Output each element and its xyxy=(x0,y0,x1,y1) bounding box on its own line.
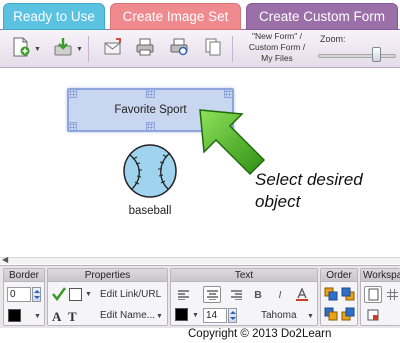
align-right-icon xyxy=(230,289,242,300)
selected-text-box-label: Favorite Sport xyxy=(114,104,187,116)
tab-ready-to-use[interactable]: Ready to Use xyxy=(3,3,105,30)
tab-bar: Ready to Use Create Image Set Create Cus… xyxy=(0,0,400,30)
text-style-a-icon[interactable]: A xyxy=(52,309,61,325)
checkmark-icon[interactable] xyxy=(52,287,66,301)
edit-name-button[interactable]: Edit Name... xyxy=(100,310,155,321)
edit-name-dropdown-icon[interactable]: ▼ xyxy=(156,313,163,320)
zoom-slider-track[interactable] xyxy=(318,54,396,58)
printer-icon xyxy=(136,38,154,56)
canvas-horizontal-scrollbar[interactable]: ◀ xyxy=(0,255,400,264)
new-form-button[interactable] xyxy=(10,36,32,58)
file-path-line-2: Custom Form / xyxy=(248,42,306,52)
border-color-swatch[interactable] xyxy=(8,309,21,322)
border-width-spinner[interactable] xyxy=(32,287,41,302)
new-document-icon xyxy=(13,37,30,57)
save-button[interactable] xyxy=(52,36,74,58)
send-to-back-icon[interactable] xyxy=(341,287,355,301)
italic-button[interactable]: I xyxy=(271,286,289,303)
print-button[interactable] xyxy=(134,36,156,58)
format-ribbon: Border 0 ▼ Properties ▼ Edit Link/URL A … xyxy=(0,265,400,328)
edit-link-button[interactable]: Edit Link/URL xyxy=(100,289,161,300)
page-layout-icon xyxy=(368,288,378,301)
save-dropdown-icon[interactable]: ▼ xyxy=(76,46,83,53)
font-size-spinner[interactable] xyxy=(228,308,237,323)
bold-button[interactable]: B xyxy=(249,286,267,303)
align-left-icon xyxy=(177,289,189,300)
bring-forward-icon[interactable] xyxy=(324,307,338,321)
workspace-grid-button[interactable] xyxy=(383,286,400,303)
properties-group: Properties ▼ Edit Link/URL A T Edit Name… xyxy=(47,268,168,326)
workspace-group: Workspa xyxy=(360,268,400,326)
toolbar-divider xyxy=(88,36,89,62)
order-group: Order xyxy=(320,268,358,326)
instruction-hint: Select desired object xyxy=(255,170,363,211)
text-style-t-icon[interactable]: T xyxy=(68,309,77,325)
fill-color-swatch[interactable] xyxy=(69,288,82,301)
zoom-label: Zoom: xyxy=(320,34,346,44)
font-family-dropdown-icon[interactable]: ▼ xyxy=(307,313,314,320)
print-preview-icon xyxy=(170,38,188,56)
border-group: Border 0 ▼ xyxy=(3,268,45,326)
font-size-input[interactable]: 14 xyxy=(203,308,227,323)
border-width-input[interactable]: 0 xyxy=(7,287,31,302)
font-color-swatch[interactable] xyxy=(175,308,188,321)
text-color-icon xyxy=(296,288,308,301)
baseball-label: baseball xyxy=(128,205,172,217)
send-backward-icon[interactable] xyxy=(341,307,355,321)
properties-group-title: Properties xyxy=(48,269,167,282)
copyright-notice: Copyright © 2013 Do2Learn xyxy=(188,328,332,340)
tab-create-image-set[interactable]: Create Image Set xyxy=(110,3,241,30)
baseball-icon[interactable] xyxy=(122,143,178,199)
font-color-dropdown-icon[interactable]: ▼ xyxy=(192,312,199,319)
text-group: Text B I ▼ 14 Tahoma ▼ xyxy=(170,268,318,326)
resize-handle-bottom-left[interactable] xyxy=(68,122,77,131)
bring-to-front-icon[interactable] xyxy=(324,287,338,301)
print-preview-button[interactable] xyxy=(168,36,190,58)
resize-handle-top-right[interactable] xyxy=(224,89,233,98)
copy-button[interactable] xyxy=(202,36,224,58)
align-center-button[interactable] xyxy=(203,286,221,303)
file-path-line-3: My Files xyxy=(261,53,293,63)
toolbar: ▼ ▼ "New Form" / Custom Form / My Files … xyxy=(0,30,400,68)
copy-pages-icon xyxy=(205,38,221,56)
resize-handle-top-left[interactable] xyxy=(68,89,77,98)
workspace-page-button[interactable] xyxy=(364,286,382,303)
align-center-icon xyxy=(206,289,218,300)
email-button[interactable] xyxy=(102,36,124,58)
fill-color-dropdown-icon[interactable]: ▼ xyxy=(85,291,92,298)
file-path-line-1: "New Form" / xyxy=(252,31,302,41)
text-group-title: Text xyxy=(171,269,317,282)
save-download-icon xyxy=(54,38,72,56)
workspace-layout-button[interactable] xyxy=(364,306,382,323)
layout-icon xyxy=(367,309,379,320)
tab-create-custom-form[interactable]: Create Custom Form xyxy=(246,3,398,30)
toolbar-divider xyxy=(232,36,233,62)
green-pointer-arrow-icon xyxy=(199,109,266,176)
border-group-title: Border xyxy=(4,269,44,282)
email-icon xyxy=(104,38,121,55)
resize-handle-bottom[interactable] xyxy=(146,122,155,131)
zoom-slider-thumb[interactable] xyxy=(371,47,381,62)
scroll-left-icon[interactable]: ◀ xyxy=(2,255,8,264)
font-family-select[interactable]: Tahoma xyxy=(261,310,297,321)
align-left-button[interactable] xyxy=(174,286,192,303)
new-form-dropdown-icon[interactable]: ▼ xyxy=(34,46,41,53)
align-right-button[interactable] xyxy=(227,286,245,303)
resize-handle-top[interactable] xyxy=(146,89,155,98)
border-color-dropdown-icon[interactable]: ▼ xyxy=(34,313,41,320)
text-color-button[interactable] xyxy=(293,286,311,303)
order-group-title: Order xyxy=(321,269,357,282)
grid-icon xyxy=(386,289,398,300)
file-path: "New Form" / Custom Form / My Files xyxy=(238,31,316,64)
workspace-group-title: Workspa xyxy=(361,269,400,282)
